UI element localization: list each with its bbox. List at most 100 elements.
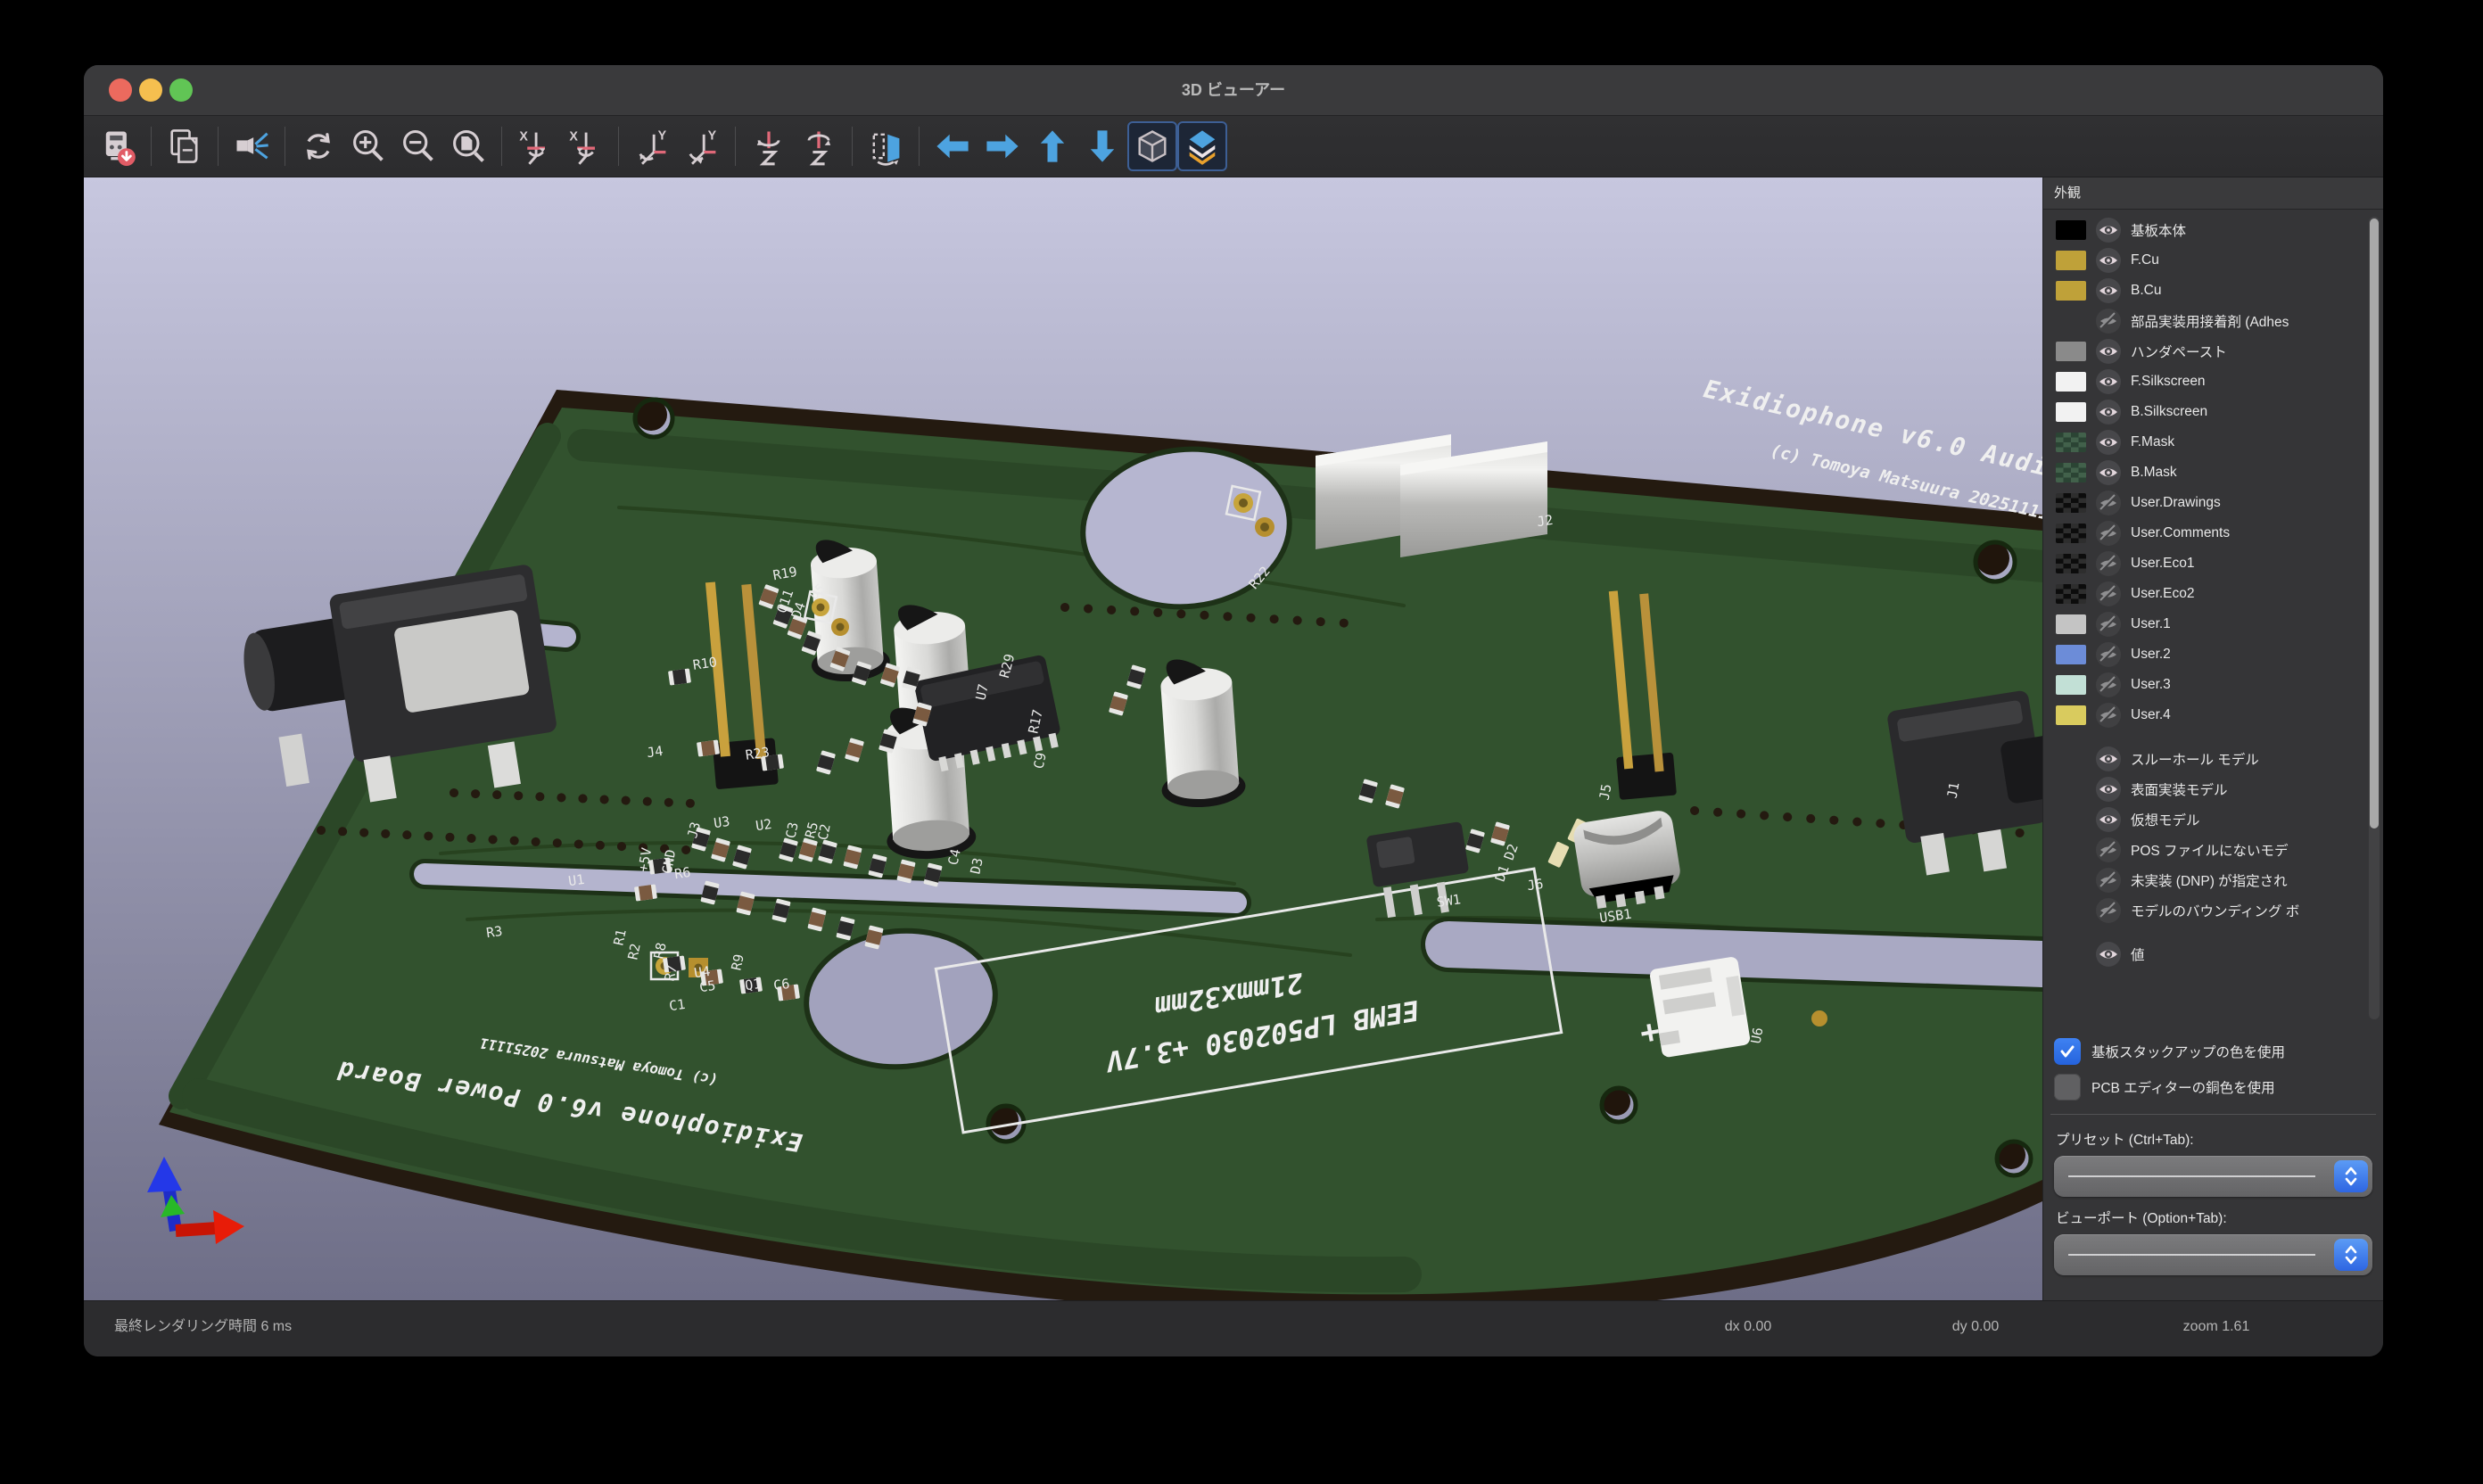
layer-color-swatch[interactable] (2056, 463, 2086, 482)
layer-row[interactable]: F.Silkscreen (2056, 367, 2383, 397)
visibility-eye-icon[interactable] (2095, 806, 2122, 833)
layer-color-swatch[interactable] (2056, 251, 2086, 270)
scrollbar[interactable] (2369, 217, 2380, 1019)
dropdown-stepper-icon[interactable] (2334, 1160, 2368, 1192)
layer-label: スルーホール モデル (2131, 749, 2259, 769)
layer-row[interactable]: F.Cu (2056, 245, 2383, 276)
visibility-eye-icon[interactable] (2095, 338, 2122, 365)
visibility-eye-icon[interactable] (2095, 429, 2122, 456)
checkbox-checked-icon[interactable] (2054, 1038, 2081, 1065)
layer-row[interactable]: 部品実装用接着剤 (Adhes (2056, 306, 2383, 336)
raytracing-render-icon[interactable] (227, 121, 276, 171)
layer-row[interactable]: User.Eco2 (2056, 579, 2383, 609)
visibility-eye-off-icon[interactable] (2095, 897, 2122, 924)
rotate-y-cw-icon[interactable]: Y (677, 121, 727, 171)
rotate-z-ccw-icon[interactable] (744, 121, 794, 171)
layer-row[interactable]: User.2 (2056, 639, 2383, 670)
visibility-eye-icon[interactable] (2095, 368, 2122, 395)
layer-row[interactable]: User.1 (2056, 609, 2383, 639)
layer-color-swatch[interactable] (2056, 614, 2086, 634)
layer-color-swatch[interactable] (2056, 493, 2086, 513)
rotate-x-ccw-icon[interactable]: X (510, 121, 560, 171)
checkbox-row[interactable]: PCB エディターの銅色を使用 (2043, 1069, 2383, 1105)
visibility-eye-icon[interactable] (2095, 941, 2122, 968)
layer-color-swatch[interactable] (2056, 372, 2086, 392)
layer-row[interactable]: User.3 (2056, 670, 2383, 700)
visibility-eye-off-icon[interactable] (2095, 550, 2122, 577)
pan-down-icon[interactable] (1077, 121, 1127, 171)
layer-color-swatch[interactable] (2056, 584, 2086, 604)
layer-row[interactable]: B.Mask (2056, 458, 2383, 488)
visibility-eye-off-icon[interactable] (2095, 520, 2122, 547)
rotate-y-ccw-icon[interactable]: Y (627, 121, 677, 171)
reload-board-icon[interactable] (93, 121, 143, 171)
pan-right-icon[interactable] (978, 121, 1027, 171)
visibility-eye-off-icon[interactable] (2095, 702, 2122, 729)
layer-row[interactable]: F.Mask (2056, 427, 2383, 458)
visibility-eye-off-icon[interactable] (2095, 672, 2122, 698)
layer-row[interactable]: POS ファイルにないモデ (2056, 835, 2383, 865)
scrollbar-thumb[interactable] (2370, 218, 2379, 829)
pan-up-icon[interactable] (1027, 121, 1077, 171)
layer-row[interactable]: 未実装 (DNP) が指定され (2056, 865, 2383, 895)
zoom-in-icon[interactable] (343, 121, 393, 171)
visibility-eye-off-icon[interactable] (2095, 611, 2122, 638)
layer-row[interactable]: モデルのバウンディング ボ (2056, 895, 2383, 926)
visibility-eye-icon[interactable] (2095, 247, 2122, 274)
ref-designator: R9 (728, 952, 747, 971)
zoom-to-fit-icon[interactable] (443, 121, 493, 171)
visibility-eye-off-icon[interactable] (2095, 867, 2122, 894)
layer-row[interactable]: User.Drawings (2056, 488, 2383, 518)
layer-row[interactable]: User.4 (2056, 700, 2383, 730)
visibility-eye-icon[interactable] (2095, 746, 2122, 772)
layer-color-swatch[interactable] (2056, 281, 2086, 301)
checkbox-unchecked-icon[interactable] (2054, 1074, 2081, 1101)
visibility-eye-off-icon[interactable] (2095, 837, 2122, 863)
layer-row[interactable]: ハンダペースト (2056, 336, 2383, 367)
layer-row[interactable]: 表面実装モデル (2056, 774, 2383, 804)
layer-color-swatch[interactable] (2056, 433, 2086, 452)
ref-designator: U1 (567, 871, 585, 889)
visibility-eye-icon[interactable] (2095, 399, 2122, 425)
visibility-eye-icon[interactable] (2095, 277, 2122, 304)
layer-row[interactable]: User.Eco1 (2056, 548, 2383, 579)
visibility-eye-off-icon[interactable] (2095, 490, 2122, 516)
3d-viewport[interactable]: Exidiophone v6.0 Audio Board (c) Tomoya … (84, 177, 2042, 1300)
pan-left-icon[interactable] (928, 121, 978, 171)
layer-row[interactable]: 仮想モデル (2056, 804, 2383, 835)
rotate-z-cw-icon[interactable] (794, 121, 844, 171)
layer-label: User.Drawings (2131, 495, 2221, 511)
layer-row[interactable]: User.Comments (2056, 518, 2383, 548)
layer-row[interactable]: B.Cu (2056, 276, 2383, 306)
redraw-icon[interactable] (293, 121, 343, 171)
layer-row[interactable]: 基板本体 (2056, 215, 2383, 245)
visibility-eye-off-icon[interactable] (2095, 641, 2122, 668)
viewport-dropdown[interactable] (2054, 1234, 2372, 1275)
visibility-eye-off-icon[interactable] (2095, 308, 2122, 334)
layer-row[interactable]: スルーホール モデル (2056, 744, 2383, 774)
visibility-eye-icon[interactable] (2095, 776, 2122, 803)
visibility-eye-icon[interactable] (2095, 217, 2122, 243)
copy-image-icon[interactable] (160, 121, 210, 171)
orthographic-projection-icon[interactable] (1127, 121, 1177, 171)
visibility-eye-off-icon[interactable] (2095, 581, 2122, 607)
preset-dropdown[interactable] (2054, 1156, 2372, 1197)
zoom-out-icon[interactable] (393, 121, 443, 171)
layer-color-swatch[interactable] (2056, 705, 2086, 725)
layer-color-swatch[interactable] (2056, 645, 2086, 664)
visibility-eye-icon[interactable] (2095, 459, 2122, 486)
ref-designator: D3 (967, 856, 986, 875)
layer-color-swatch[interactable] (2056, 342, 2086, 361)
layer-row[interactable]: B.Silkscreen (2056, 397, 2383, 427)
layer-color-swatch[interactable] (2056, 554, 2086, 573)
flip-board-icon[interactable] (861, 121, 911, 171)
checkbox-row[interactable]: 基板スタックアップの色を使用 (2043, 1034, 2383, 1069)
dropdown-stepper-icon[interactable] (2334, 1239, 2368, 1271)
layer-color-swatch[interactable] (2056, 524, 2086, 543)
layer-color-swatch[interactable] (2056, 220, 2086, 240)
appearance-panel-toggle-icon[interactable] (1177, 121, 1227, 171)
rotate-x-cw-icon[interactable]: X (560, 121, 610, 171)
layer-color-swatch[interactable] (2056, 675, 2086, 695)
layer-row[interactable]: 値 (2056, 939, 2383, 969)
layer-color-swatch[interactable] (2056, 402, 2086, 422)
